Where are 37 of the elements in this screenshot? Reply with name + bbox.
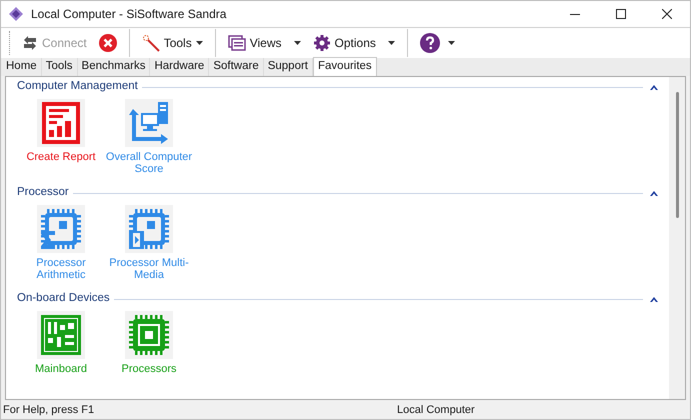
tools-menu-button[interactable]: Tools	[138, 34, 207, 52]
favourite-item[interactable]: Processor Multi-Media	[105, 205, 193, 289]
chip-sigma-icon	[37, 205, 85, 253]
caret-icon[interactable]	[448, 41, 455, 45]
magic-wand-icon	[142, 34, 160, 52]
caret-icon[interactable]	[294, 41, 301, 45]
views-menu-button[interactable]: Views	[224, 34, 286, 52]
close-circle-icon[interactable]	[98, 34, 117, 52]
group-header: On-board Devices	[17, 291, 110, 306]
favourite-item[interactable]: Processor Arithmetic	[17, 205, 105, 289]
chevron-up-icon[interactable]	[650, 84, 658, 90]
gear-icon	[312, 34, 331, 52]
status-help-text: For Help, press F1	[2, 403, 96, 418]
chevron-up-icon[interactable]	[650, 190, 658, 196]
window-title: Local Computer - SiSoftware Sandra	[31, 6, 226, 23]
app-logo-icon	[9, 7, 23, 21]
group-header: Processor	[17, 185, 69, 200]
swap-arrows-icon	[22, 35, 38, 51]
close-icon[interactable]	[662, 9, 672, 19]
caret-icon[interactable]	[388, 41, 395, 45]
maximize-icon[interactable]	[616, 9, 626, 19]
tab[interactable]: Favourites	[313, 57, 377, 76]
computer-score-icon	[125, 99, 173, 147]
options-menu-button[interactable]: Options	[308, 34, 380, 52]
report-chart-icon	[37, 99, 85, 147]
chip-film-icon	[125, 205, 173, 253]
status-computer-text: Local Computer	[396, 403, 475, 418]
chevron-up-icon[interactable]	[650, 296, 658, 302]
caret-icon[interactable]	[196, 41, 203, 45]
scrollbar-thumb[interactable]	[676, 92, 678, 218]
favourite-item[interactable]: Create Report	[17, 99, 105, 183]
chip-icon	[125, 311, 173, 359]
group-header: Computer Management	[17, 79, 138, 94]
help-icon	[420, 33, 440, 53]
windows-icon	[228, 35, 246, 51]
favourite-item[interactable]: Overall Computer Score	[105, 99, 193, 183]
circuit-board-icon	[37, 311, 85, 359]
